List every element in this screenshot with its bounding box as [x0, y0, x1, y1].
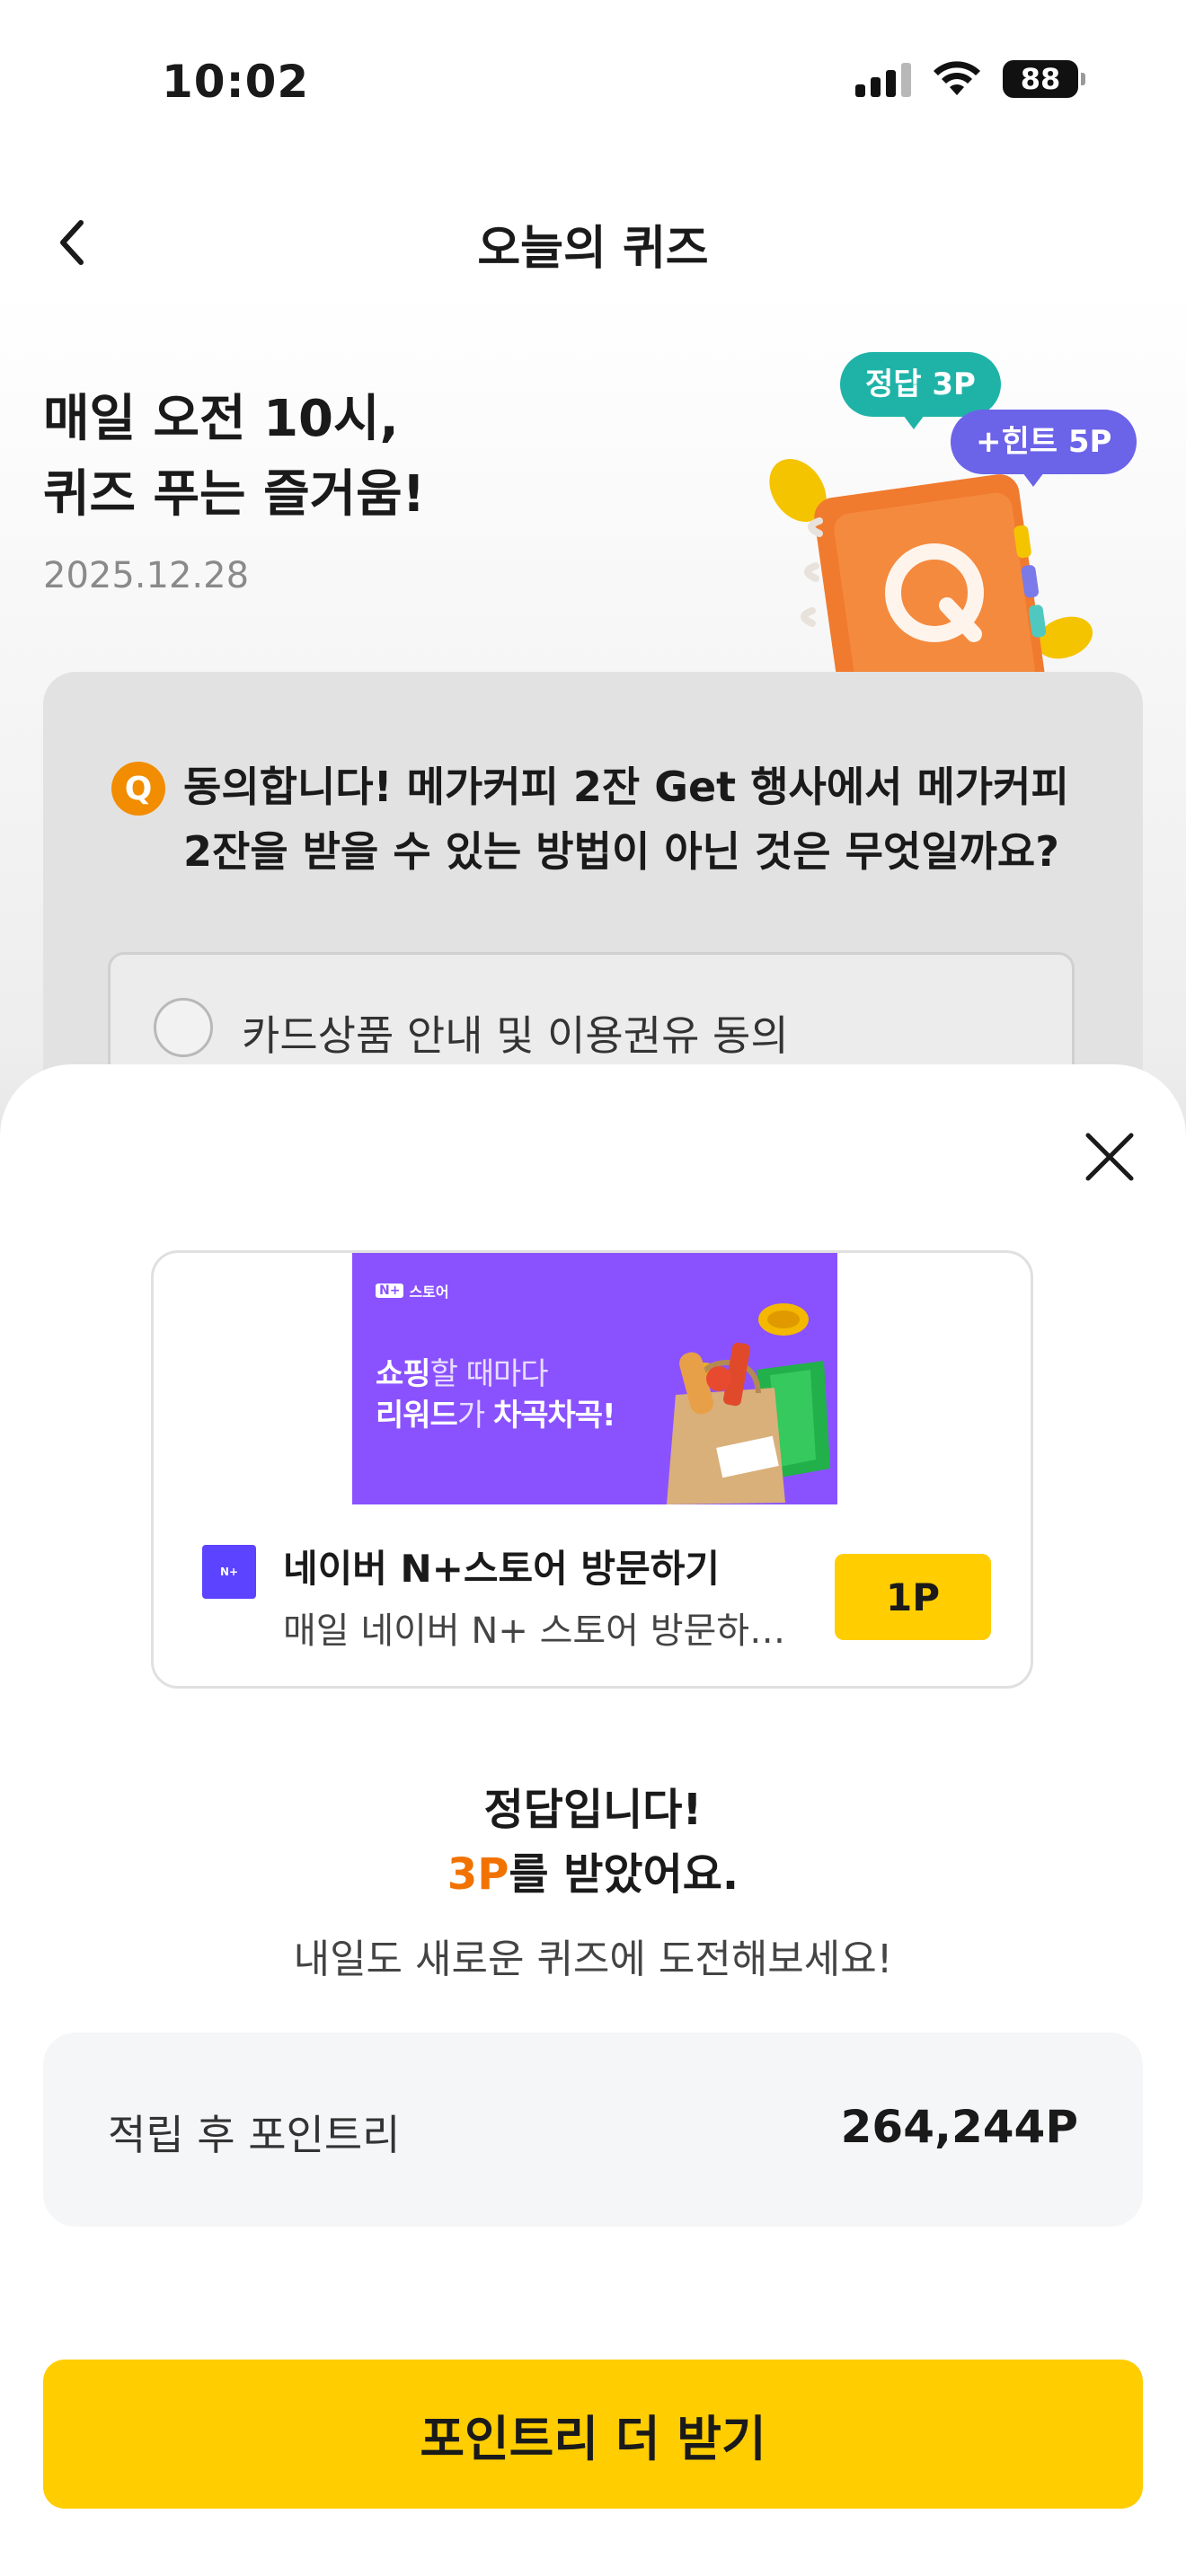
result-points-suffix: 를 받았어요.: [509, 1849, 739, 1900]
points-balance-label: 적립 후 포인트리: [108, 2111, 401, 2159]
points-balance-value: 264,244P: [840, 2101, 1078, 2153]
result-bottom-sheet: N+ 스토어 쇼핑할 때마다 리워드가 차곡차곡! N+ 네이버 N+스토어 방…: [0, 1064, 1186, 2576]
ad-banner-brand-name: 스토어: [409, 1284, 449, 1301]
result-title: 정답입니다!: [483, 1785, 703, 1835]
ad-banner-line1-rest: 할 때마다: [429, 1356, 549, 1392]
ad-title: 네이버 N+스토어 방문하기: [283, 1547, 720, 1591]
ad-point-button[interactable]: 1P: [835, 1554, 991, 1640]
result-subtitle: 내일도 새로운 퀴즈에 도전해보세요!: [293, 1936, 893, 1982]
screen: 10:02 88 오늘의 퀴즈 매일 오전 10시, 퀴즈 푸는 즐거움! 20…: [0, 0, 1186, 2576]
ad-card[interactable]: N+ 스토어 쇼핑할 때마다 리워드가 차곡차곡! N+ 네이버 N+스토어 방…: [151, 1250, 1033, 1689]
close-button[interactable]: [1069, 1116, 1150, 1197]
ad-banner-line2-em: 리워드: [376, 1398, 458, 1434]
ad-banner-line2-mid: 가: [456, 1398, 493, 1434]
close-icon: [1085, 1133, 1134, 1181]
ad-banner-line2-end: 차곡차곡!: [492, 1398, 616, 1434]
get-more-points-button[interactable]: 포인트리 더 받기: [43, 2360, 1143, 2509]
ad-banner-brand-box: N+: [376, 1284, 404, 1298]
ad-banner-headline: 쇼핑할 때마다 리워드가 차곡차곡!: [376, 1354, 616, 1436]
ad-banner-line1-em: 쇼핑: [376, 1356, 431, 1392]
ad-store-logo: N+: [202, 1545, 256, 1599]
ad-description: 매일 네이버 N+ 스토어 방문하고 ...: [283, 1610, 804, 1652]
result-points-message: 3P를 받았어요.: [0, 1839, 1186, 1901]
earned-points: 3P: [447, 1849, 509, 1900]
shopping-bag-illustration: [667, 1303, 830, 1504]
ad-banner-image[interactable]: N+ 스토어 쇼핑할 때마다 리워드가 차곡차곡!: [352, 1253, 837, 1504]
ad-banner-brand: N+ 스토어: [376, 1280, 449, 1301]
points-balance-box: 적립 후 포인트리 264,244P: [43, 2033, 1143, 2227]
